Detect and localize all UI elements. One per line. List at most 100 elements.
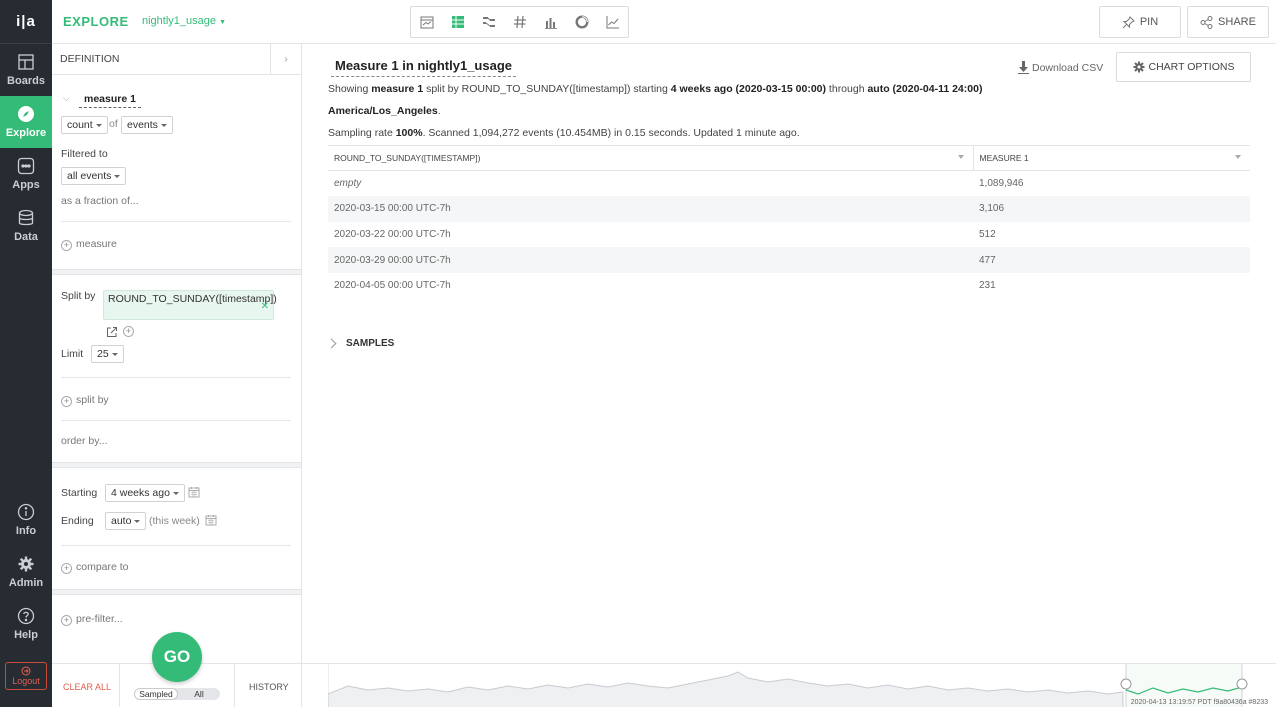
calendar-chart-icon [420, 16, 433, 29]
chart-options-button[interactable]: CHART OPTIONS [1116, 52, 1251, 82]
toggle-all[interactable]: All [178, 688, 220, 700]
clear-all-button[interactable]: CLEAR ALL [63, 682, 111, 692]
column-header-timestamp[interactable]: ROUND_TO_SUNDAY([TIMESTAMP]) [328, 145, 973, 171]
add-split-button[interactable]: + split by [61, 394, 109, 407]
add-split-option-icon[interactable]: + [123, 326, 134, 337]
samples-label: SAMPLES [346, 338, 395, 349]
timeline-sparkline[interactable] [328, 664, 1250, 707]
sort-arrow-icon[interactable] [1235, 155, 1241, 159]
boards-icon [18, 54, 34, 70]
column-header-label: MEASURE 1 [979, 153, 1029, 163]
viz-sankey-button[interactable] [473, 7, 504, 37]
download-csv-button[interactable]: Download CSV [1018, 61, 1103, 74]
visualization-selector [410, 6, 629, 38]
pin-button[interactable]: PIN [1099, 6, 1181, 38]
app-logo[interactable]: i|a [0, 0, 52, 44]
logout-button[interactable]: Logout [5, 662, 47, 690]
share-button[interactable]: SHARE [1187, 6, 1269, 38]
fraction-of-link[interactable]: as a fraction of... [61, 195, 139, 207]
nav-item-apps[interactable]: Apps [0, 148, 52, 200]
summary-bold: 4 weeks ago (2020-03-15 00:00) [670, 83, 827, 95]
compare-to-button[interactable]: + compare to [61, 561, 129, 574]
calendar-icon[interactable] [205, 514, 217, 526]
pin-label: PIN [1139, 16, 1159, 28]
nav-item-help[interactable]: Help [0, 598, 52, 650]
table-icon [451, 16, 464, 28]
summary-text: through [826, 83, 868, 95]
bar-chart-icon [544, 18, 557, 29]
results-area: Measure 1 in nightly1_usage Download CSV… [302, 44, 1276, 663]
plus-icon: + [61, 240, 72, 251]
viz-bar-button[interactable] [535, 7, 566, 37]
number-icon [513, 15, 526, 29]
logout-label: Logout [12, 676, 40, 686]
table-row[interactable]: 2020-03-22 00:00 UTC-7h 512 [328, 222, 1250, 248]
starting-dropdown[interactable]: 4 weeks ago [105, 484, 185, 502]
nav-item-boards[interactable]: Boards [0, 44, 52, 96]
nav-item-admin[interactable]: Admin [0, 546, 52, 598]
nav-item-data[interactable]: Data [0, 200, 52, 252]
section-separator [52, 589, 301, 595]
limit-dropdown[interactable]: 25 [91, 345, 124, 363]
collapse-panel-button[interactable]: › [270, 44, 301, 74]
nav-item-explore[interactable]: Explore [0, 96, 52, 148]
pin-icon [1122, 15, 1135, 28]
ending-dropdown[interactable]: auto [105, 512, 147, 530]
nav-label: Help [14, 629, 38, 641]
query-summary: Showing measure 1 split by ROUND_TO_SUND… [328, 83, 982, 95]
summary-text: . Scanned 1,094,272 events (10.454MB) in… [422, 127, 800, 139]
toggle-sampled[interactable]: Sampled [134, 688, 178, 700]
nav-label: Admin [8, 577, 44, 589]
viz-line-button[interactable] [597, 7, 628, 37]
table-row[interactable]: empty 1,089,946 [328, 171, 1250, 197]
external-link-icon[interactable] [106, 326, 118, 338]
page-title[interactable]: Measure 1 in nightly1_usage [331, 58, 517, 77]
table-cell: 2020-03-29 00:00 UTC-7h [328, 247, 973, 273]
table-row[interactable]: 2020-04-05 00:00 UTC-7h 231 [328, 273, 1250, 299]
order-by-link[interactable]: order by... [61, 435, 108, 447]
samples-toggle[interactable]: SAMPLES [326, 338, 395, 349]
sampling-toggle[interactable]: Sampled All [134, 688, 220, 700]
filter-dropdown[interactable]: all events [61, 167, 127, 185]
pre-filter-button[interactable]: + pre-filter... [61, 613, 123, 626]
bottom-bar: CLEAR ALL GO Sampled All HISTORY 2020-04… [52, 632, 1276, 707]
measure-name[interactable]: measure 1 [79, 93, 141, 108]
split-by-value: ROUND_TO_SUNDAY([timestamp]) [108, 293, 277, 305]
table-row[interactable]: 2020-03-15 00:00 UTC-7h 3,106 [328, 196, 1250, 222]
aggregate-dropdown[interactable]: count [61, 116, 108, 134]
split-by-pill[interactable]: ROUND_TO_SUNDAY([timestamp]) ✕ [103, 290, 277, 320]
viz-donut-button[interactable] [566, 7, 597, 37]
go-button[interactable]: GO [152, 632, 202, 682]
plus-icon: + [61, 396, 72, 407]
viz-table-button[interactable] [442, 7, 473, 37]
filtered-to-label: Filtered to [61, 148, 108, 160]
datasource-selector[interactable]: nightly1_usage ▼ [142, 15, 226, 27]
viz-calendar-button[interactable] [411, 7, 442, 37]
summary-text: Sampling rate [328, 127, 396, 139]
ending-note: (this week) [149, 515, 200, 527]
nav-label: Explore [5, 127, 47, 139]
column-header-label: ROUND_TO_SUNDAY([TIMESTAMP]) [334, 153, 481, 163]
add-measure-button[interactable]: + measure [61, 238, 117, 251]
datasource-name: nightly1_usage [142, 15, 217, 27]
divider [61, 221, 291, 222]
limit-label: Limit [61, 348, 84, 360]
timezone-summary: America/Los_Angeles. [328, 105, 441, 117]
measure-target-dropdown[interactable]: events [121, 116, 173, 134]
column-header-measure[interactable]: MEASURE 1 [972, 145, 1250, 171]
table-cell: 2020-03-22 00:00 UTC-7h [334, 228, 451, 240]
viz-number-button[interactable] [504, 7, 535, 37]
remove-split-icon[interactable]: ✕ [261, 301, 269, 313]
sort-arrow-icon[interactable] [957, 155, 964, 159]
table-cell: 2020-04-05 00:00 UTC-7h [334, 280, 451, 292]
table-cell: 2020-03-15 00:00 UTC-7h [328, 196, 973, 222]
calendar-icon[interactable] [188, 486, 200, 498]
section-separator [52, 462, 301, 468]
breadcrumb-explore[interactable]: EXPLORE [63, 14, 129, 29]
table-row[interactable]: 2020-03-29 00:00 UTC-7h 477 [328, 247, 1250, 273]
gear-icon [18, 556, 34, 572]
nav-item-info[interactable]: Info [0, 494, 52, 546]
section-separator [52, 269, 301, 275]
history-button[interactable]: HISTORY [249, 682, 289, 692]
chevron-down-icon[interactable]: ⌵ [63, 93, 70, 104]
